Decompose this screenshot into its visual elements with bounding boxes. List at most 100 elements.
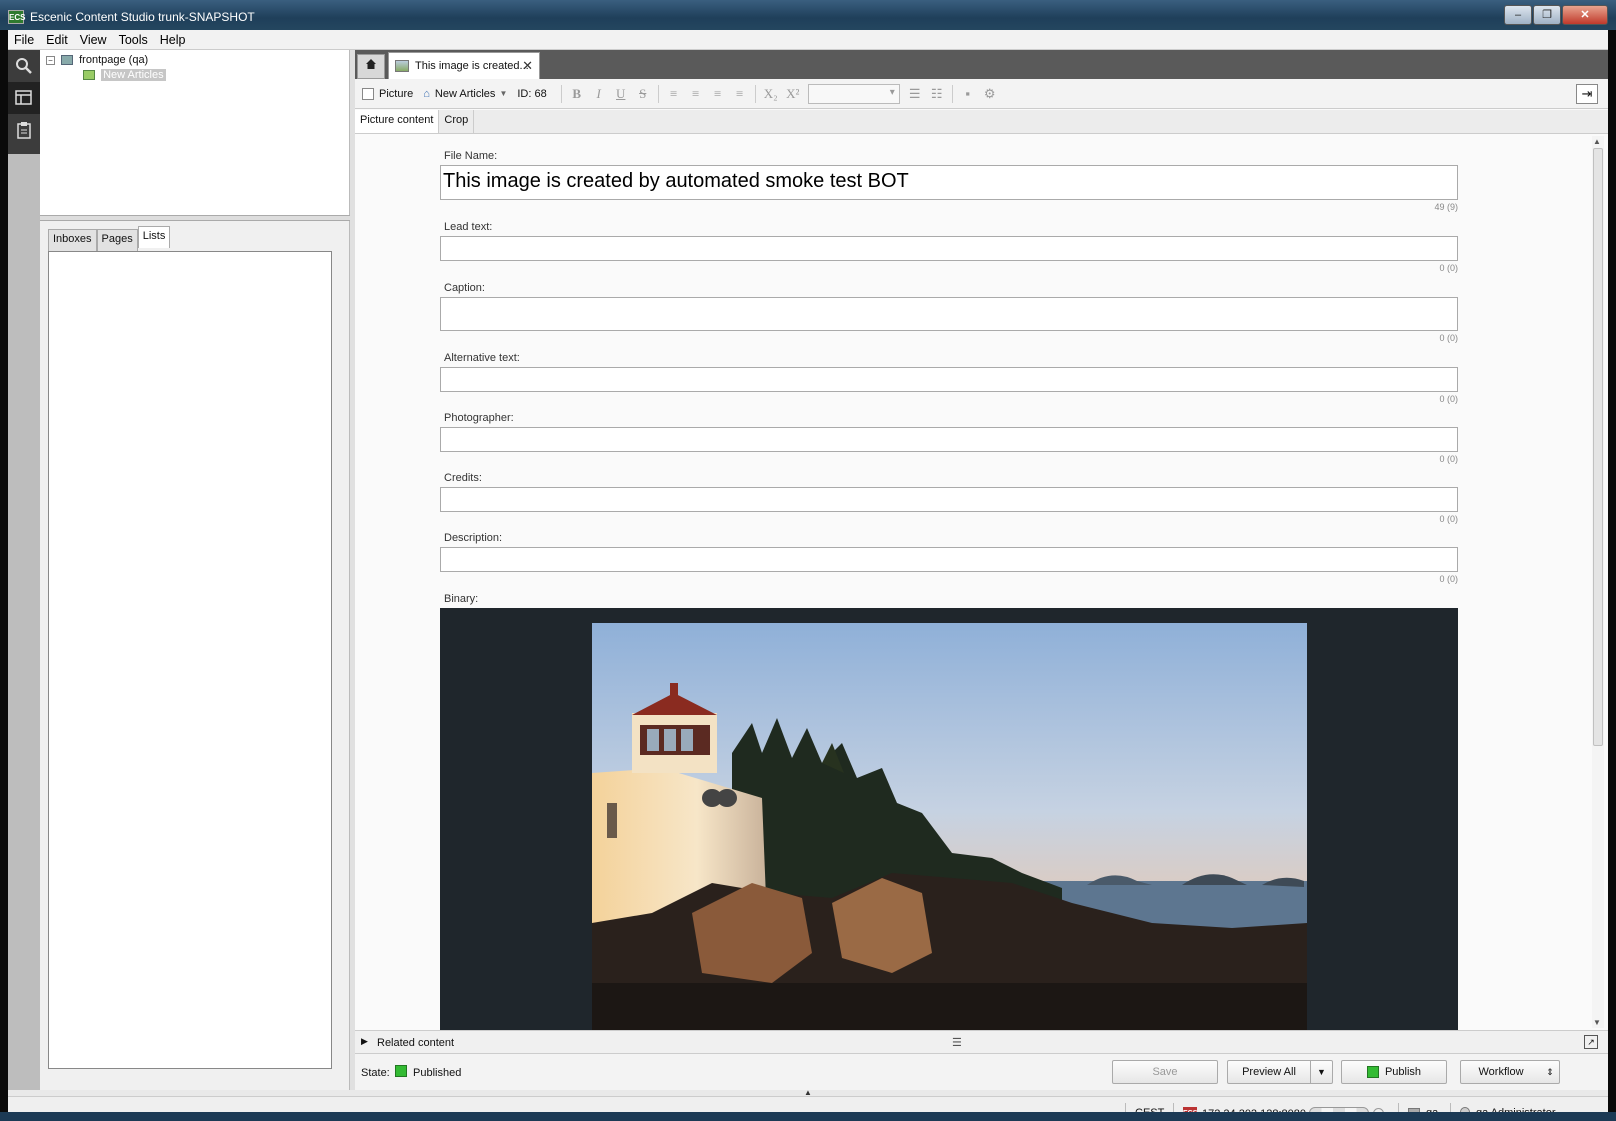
lead-text-count: 0 (0) — [1439, 263, 1458, 273]
workflow-button[interactable]: Workflow ⇕ — [1460, 1060, 1560, 1084]
publication-icon — [61, 55, 74, 66]
structure-icon[interactable] — [8, 82, 40, 114]
scrollbar-thumb[interactable] — [1593, 148, 1603, 746]
description-label: Description: — [444, 532, 503, 544]
section-dropdown[interactable]: ⌂ New Articles ▼ — [423, 88, 507, 100]
collapse-toggle-icon[interactable]: − — [46, 56, 55, 65]
content-type-label: Picture — [379, 87, 414, 100]
section-home-icon: ⌂ — [423, 87, 430, 100]
alternative-text-field[interactable] — [440, 367, 1458, 392]
publish-button[interactable]: Publish — [1341, 1060, 1447, 1084]
scroll-up-icon[interactable]: ▲ — [1593, 137, 1601, 146]
title-bar[interactable]: ECS Escenic Content Studio trunk-SNAPSHO… — [0, 0, 1616, 30]
menu-edit[interactable]: Edit — [40, 33, 74, 47]
popout-icon[interactable]: ↗ — [1584, 1035, 1598, 1049]
picture-icon — [395, 60, 409, 72]
alternative-text-label: Alternative text: — [444, 352, 520, 364]
content-form: File Name: This image is created by auto… — [355, 134, 1608, 1030]
lists-panel: Inboxes Pages Lists — [40, 221, 350, 1090]
expand-triangle-icon[interactable]: ▶ — [361, 1036, 368, 1047]
tab-crop[interactable]: Crop — [439, 110, 475, 133]
binary-preview[interactable] — [440, 608, 1458, 1030]
photographer-label: Photographer: — [444, 412, 514, 424]
file-name-label: File Name: — [444, 150, 498, 162]
toolbar-divider — [754, 84, 756, 103]
home-tab-icon[interactable] — [357, 54, 385, 79]
align-center-icon[interactable]: ≡ — [685, 86, 707, 102]
section-tree: − frontpage (qa) New Articles — [40, 50, 350, 215]
publish-label: Publish — [1384, 1066, 1422, 1078]
document-tabbar: This image is created... ✕ — [355, 50, 1608, 79]
tab-picture-content[interactable]: Picture content — [355, 110, 440, 133]
align-right-icon[interactable]: ≡ — [707, 86, 729, 102]
published-state-icon — [395, 1065, 407, 1077]
section-dropdown-label: New Articles — [434, 87, 496, 100]
bold-icon[interactable]: B — [566, 86, 588, 102]
tab-inboxes[interactable]: Inboxes — [48, 229, 97, 251]
description-field[interactable] — [440, 547, 1458, 572]
vertical-scrollbar[interactable]: ▲ ▼ — [1592, 136, 1604, 1028]
table-icon[interactable]: ▪ — [957, 86, 979, 102]
credits-field[interactable] — [440, 487, 1458, 512]
os-taskbar — [0, 1112, 1616, 1121]
related-content-bar[interactable]: ▶ Related content ☰ ↗ — [355, 1030, 1608, 1054]
dropdown-arrow-icon: ▼ — [499, 89, 508, 98]
link-icon[interactable]: ⚙ — [979, 86, 1001, 102]
content-id: ID: 68 — [517, 87, 547, 100]
editor-area: This image is created... ✕ Picture ⌂ New… — [355, 50, 1608, 1090]
maximize-button[interactable]: ❐ — [1533, 5, 1561, 25]
tree-node-new-articles[interactable]: New Articles — [80, 69, 166, 81]
close-window-button[interactable]: ✕ — [1562, 5, 1608, 25]
align-left-icon[interactable]: ≡ — [663, 86, 685, 102]
preview-all-button[interactable]: Preview All ▼ — [1227, 1060, 1333, 1084]
app-logo-icon: ECS — [8, 10, 25, 24]
search-icon[interactable] — [8, 50, 40, 82]
exit-icon[interactable]: ⇥ — [1576, 84, 1598, 104]
close-tab-icon[interactable]: ✕ — [522, 58, 533, 74]
save-button-label: Save — [1152, 1066, 1178, 1078]
grip-handle-icon[interactable]: ☰ — [952, 1036, 962, 1049]
credits-label: Credits: — [444, 472, 482, 484]
publish-icon — [1366, 1066, 1379, 1078]
bullet-list-icon[interactable]: ☰ — [904, 86, 926, 102]
caption-field[interactable] — [440, 297, 1458, 331]
save-button[interactable]: Save — [1112, 1060, 1218, 1084]
subscript-icon[interactable]: X₂ — [760, 86, 782, 102]
superscript-icon[interactable]: X² — [782, 86, 804, 102]
lead-text-label: Lead text: — [444, 221, 493, 233]
credits-count: 0 (0) — [1439, 514, 1458, 524]
clipboard-icon[interactable] — [8, 114, 40, 146]
document-tab[interactable]: This image is created... ✕ — [388, 52, 540, 79]
window-title: Escenic Content Studio trunk-SNAPSHOT — [30, 10, 255, 24]
strikethrough-icon[interactable]: S — [632, 86, 654, 102]
scroll-down-icon[interactable]: ▼ — [1593, 1018, 1601, 1027]
menu-tools[interactable]: Tools — [113, 33, 154, 47]
menu-view[interactable]: View — [74, 33, 113, 47]
window-controls: – ❐ ✕ — [1503, 5, 1608, 25]
tree-child-label[interactable]: New Articles — [101, 69, 166, 81]
lists-tabbar: Inboxes Pages Lists — [48, 226, 171, 251]
menu-file[interactable]: File — [8, 33, 40, 47]
underline-icon[interactable]: U — [610, 86, 632, 102]
tree-node-root[interactable]: − frontpage (qa) — [46, 54, 148, 66]
menu-help[interactable]: Help — [154, 33, 192, 47]
align-justify-icon[interactable]: ≡ — [729, 86, 751, 102]
file-name-field[interactable]: This image is created by automated smoke… — [440, 165, 1458, 200]
editor-toolbar: Picture ⌂ New Articles ▼ ID: 68 B I U S … — [355, 79, 1608, 109]
picture-type-checkbox[interactable] — [362, 87, 374, 100]
side-bar-filler — [8, 154, 40, 1090]
app-window: ECS Escenic Content Studio trunk-SNAPSHO… — [0, 0, 1616, 1121]
preview-dropdown-arrow-icon[interactable]: ▼ — [1310, 1061, 1332, 1083]
tab-pages[interactable]: Pages — [96, 229, 138, 251]
lead-text-field[interactable] — [440, 236, 1458, 261]
italic-icon[interactable]: I — [588, 86, 610, 102]
minimize-button[interactable]: – — [1504, 5, 1532, 25]
workflow-arrow-icon[interactable]: ⇕ — [1541, 1061, 1559, 1083]
tree-root-label[interactable]: frontpage (qa) — [79, 54, 148, 66]
photographer-field[interactable] — [440, 427, 1458, 452]
numbered-list-icon[interactable]: ☷ — [926, 86, 948, 102]
style-select[interactable] — [807, 83, 900, 104]
state-bar: State: Published Save Preview All ▼ Publ… — [355, 1054, 1608, 1090]
tab-lists[interactable]: Lists — [137, 226, 171, 248]
state-value: Published — [413, 1067, 462, 1079]
